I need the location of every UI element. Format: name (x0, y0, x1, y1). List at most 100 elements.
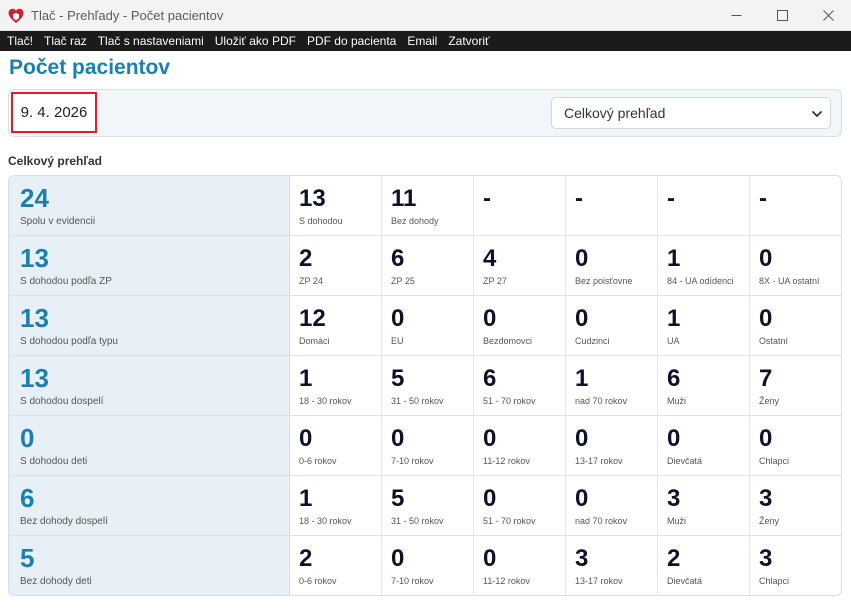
stat-value: 3 (667, 485, 681, 512)
stat-cell: 5 31 - 50 rokov (382, 476, 474, 535)
stat-cell: 0 Ostatní (750, 296, 841, 355)
stat-cell: 0 EU (382, 296, 474, 355)
chevron-down-icon (812, 111, 822, 117)
stat-label: 51 - 70 rokov (483, 516, 536, 526)
main-stat-cell: 13 S dohodou podľa typu (9, 296, 290, 355)
stat-value: 0 (759, 425, 773, 452)
stat-value: 12 (299, 305, 326, 332)
stat-cell: 13 S dohodou (290, 176, 382, 235)
stat-value: 0 (299, 425, 313, 452)
stat-cell: - (750, 176, 841, 235)
main-stat-cell: 5 Bez dohody deti (9, 536, 290, 595)
stat-value: 7 (759, 365, 773, 392)
stat-cell: 0 7-10 rokov (382, 536, 474, 595)
main-stat-cell: 13 S dohodou podľa ZP (9, 236, 290, 295)
stat-cell: 3 Muži (658, 476, 750, 535)
close-button[interactable] (805, 0, 851, 31)
stat-value: 13 (299, 185, 326, 212)
stat-label: 0-6 rokov (299, 576, 337, 586)
stat-cell: - (658, 176, 750, 235)
menu-item-print[interactable]: Tlač! (7, 34, 33, 48)
stat-cell: 0 Cudzinci (566, 296, 658, 355)
stat-cell: 2 ZP 24 (290, 236, 382, 295)
menu-item-close[interactable]: Zatvoriť (448, 34, 489, 48)
stat-value: 0 (575, 485, 589, 512)
main-stat-label: S dohodou dospelí (20, 396, 104, 407)
menu-item-email[interactable]: Email (407, 34, 437, 48)
window-title: Tlač - Prehľady - Počet pacientov (31, 8, 224, 23)
stat-label: 18 - 30 rokov (299, 396, 352, 406)
stat-value: 11 (391, 185, 417, 212)
stat-label: 0-6 rokov (299, 456, 337, 466)
stat-label: Dievčatá (667, 576, 703, 586)
stat-value: 2 (299, 245, 313, 272)
main-stat-value: 13 (20, 243, 49, 273)
view-select[interactable]: Celkový prehľad (551, 97, 831, 129)
stat-value: 0 (391, 545, 405, 572)
stat-value: 0 (391, 305, 405, 332)
main-stat-label: Bez dohody deti (20, 576, 92, 587)
stat-label: 11-12 rokov (483, 456, 530, 466)
stat-cell: 0 0-6 rokov (290, 416, 382, 475)
stat-label: Chlapci (759, 576, 790, 586)
stats-grid: 24 Spolu v evidencii 13 S dohodou 11 Bez d… (8, 175, 842, 596)
stats-row-adults-agreement: 13 S dohodou dospelí 1 18 - 30 rokov 5 31 … (9, 356, 841, 416)
stat-label: ZP 25 (391, 276, 415, 286)
stat-label: Ostatní (759, 336, 789, 346)
stat-value: 2 (667, 545, 681, 572)
minimize-button[interactable] (713, 0, 759, 31)
stat-value: 6 (391, 245, 405, 272)
stat-cell: 4 ZP 27 (474, 236, 566, 295)
stats-row-total: 24 Spolu v evidencii 13 S dohodou 11 Bez d… (9, 176, 841, 236)
stat-label: ZP 27 (483, 276, 507, 286)
stat-label: 18 - 30 rokov (299, 516, 352, 526)
stat-value: 0 (391, 425, 405, 452)
stat-cell: 1 18 - 30 rokov (290, 476, 382, 535)
stat-cell: 0 11-12 rokov (474, 536, 566, 595)
stat-label: 11-12 rokov (483, 576, 530, 586)
main-stat-cell: 6 Bez dohody dospelí (9, 476, 290, 535)
stat-cell: 0 51 - 70 rokov (474, 476, 566, 535)
maximize-button[interactable] (759, 0, 805, 31)
stat-value: 0 (575, 245, 589, 272)
menu-item-print-once[interactable]: Tlač raz (44, 34, 87, 48)
main-stat-value: 13 (20, 363, 49, 393)
stat-value: 0 (483, 545, 497, 572)
stats-row-insurance: 13 S dohodou podľa ZP 2 ZP 24 6 ZP 25 4 ZP … (9, 236, 841, 296)
stat-cell: - (566, 176, 658, 235)
stat-label: 13-17 rokov (575, 576, 623, 586)
main-stat-label: S dohodou podľa ZP (20, 276, 112, 287)
main-stat-value: 24 (20, 183, 49, 213)
title-bar: Tlač - Prehľady - Počet pacientov (0, 0, 851, 31)
stat-cell: 3 13-17 rokov (566, 536, 658, 595)
stat-value: 0 (483, 425, 497, 452)
stat-label: EU (391, 336, 404, 346)
main-stat-cell: 13 S dohodou dospelí (9, 356, 290, 415)
stat-value: 5 (391, 485, 405, 512)
stat-value: 6 (483, 365, 497, 392)
stat-value: 1 (667, 245, 681, 272)
main-stat-label: S dohodou podľa typu (20, 336, 118, 347)
section-title: Celkový prehľad (8, 154, 102, 168)
stat-cell: 1 84 - UA odídenci (658, 236, 750, 295)
stat-value: - (483, 185, 491, 212)
date-field[interactable]: 9. 4. 2026 (11, 92, 97, 133)
stat-value: 6 (667, 365, 681, 392)
stat-label: 13-17 rokov (575, 456, 623, 466)
menu-item-pdf-to-patient[interactable]: PDF do pacienta (307, 34, 396, 48)
stat-cell: 1 UA (658, 296, 750, 355)
stat-cell: 0 Chlapci (750, 416, 841, 475)
stat-label: Bez poisťovne (575, 276, 633, 286)
stat-value: 0 (759, 305, 773, 332)
stat-cell: 6 ZP 25 (382, 236, 474, 295)
menu-item-save-pdf[interactable]: Uložiť ako PDF (215, 34, 296, 48)
main-stat-value: 0 (20, 423, 35, 453)
stat-label: nad 70 rokov (575, 516, 628, 526)
stat-value: 0 (759, 245, 773, 272)
stat-value: 5 (391, 365, 405, 392)
main-stat-cell: 24 Spolu v evidencii (9, 176, 290, 235)
stat-cell: 2 0-6 rokov (290, 536, 382, 595)
menu-item-print-settings[interactable]: Tlač s nastaveniami (98, 34, 204, 48)
stat-value: 4 (483, 245, 497, 272)
close-icon (822, 10, 834, 21)
